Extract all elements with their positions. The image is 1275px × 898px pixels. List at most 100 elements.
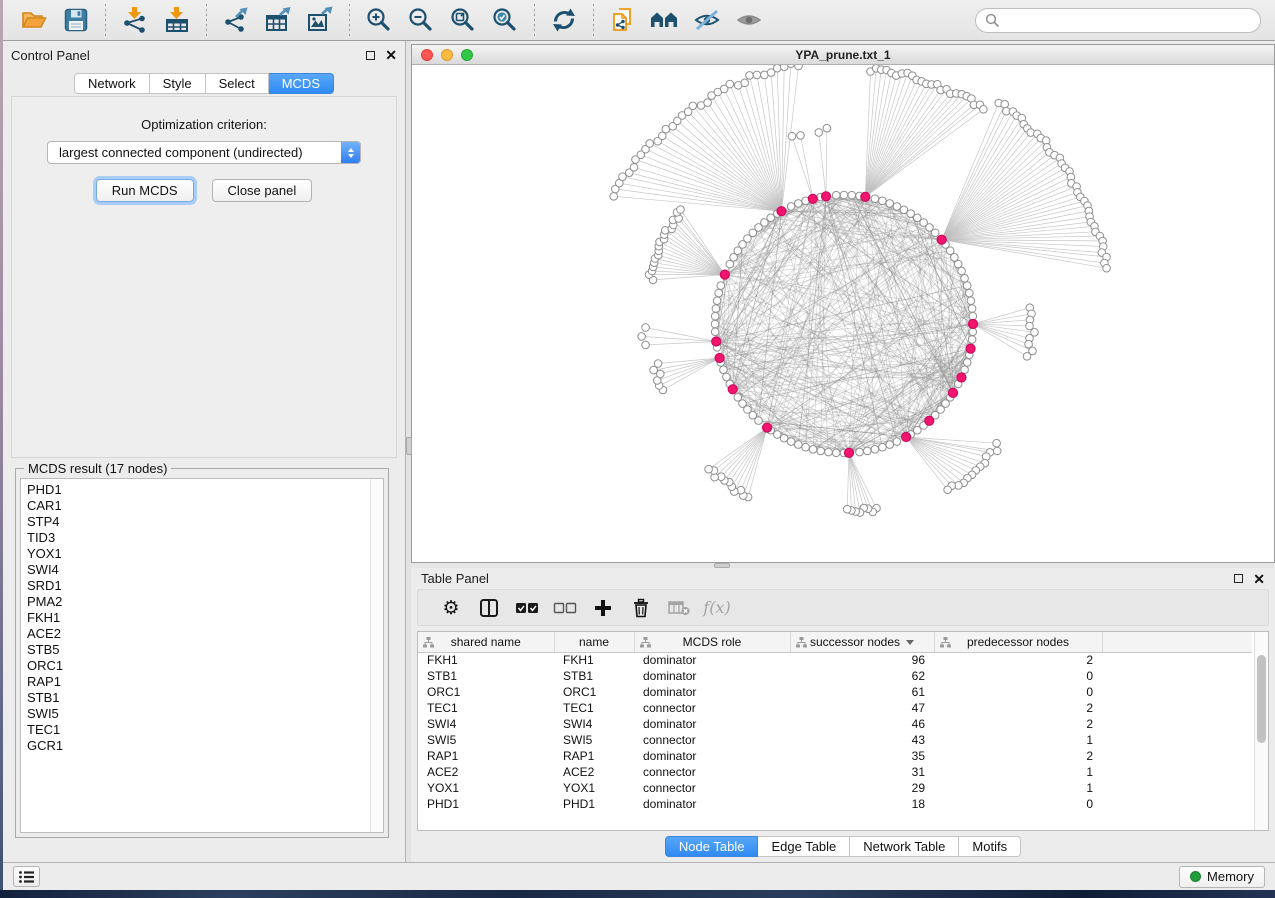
- zoom-out-icon[interactable]: [404, 4, 438, 36]
- show-all-icon[interactable]: [732, 4, 766, 36]
- table-scrollbar[interactable]: [1254, 632, 1268, 830]
- memory-button[interactable]: Memory: [1179, 866, 1265, 888]
- table-settings-icon[interactable]: ⚙: [432, 598, 470, 618]
- window-maximize-light[interactable]: [461, 49, 473, 61]
- delete-rows-icon[interactable]: [622, 598, 660, 618]
- search-input[interactable]: [1005, 13, 1260, 28]
- delete-table-icon: [660, 600, 698, 616]
- select-all-icon[interactable]: [508, 601, 546, 615]
- network-view-window: YPA_prune.txt_1: [411, 44, 1275, 563]
- zoom-in-icon[interactable]: [362, 4, 396, 36]
- table-row[interactable]: SWI4SWI4dominator462: [418, 716, 1252, 732]
- node-table[interactable]: shared namenameMCDS rolesuccessor nodesp…: [417, 631, 1269, 831]
- desktop-wallpaper-left: [0, 0, 3, 898]
- refresh-icon[interactable]: [547, 4, 581, 36]
- desktop-wallpaper-bottom: [0, 890, 1275, 898]
- column-header[interactable]: name: [554, 632, 634, 652]
- show-columns-icon[interactable]: [470, 598, 508, 618]
- import-network-icon[interactable]: [118, 4, 152, 36]
- tab-edge-table[interactable]: Edge Table: [758, 836, 850, 857]
- mcds-result-list[interactable]: PHD1CAR1STP4TID3YOX1SWI4SRD1PMA2FKH1ACE2…: [20, 478, 384, 833]
- table-panel: Table Panel ✕ ⚙ f(x): [411, 568, 1275, 862]
- network-window-title: YPA_prune.txt_1: [795, 48, 890, 62]
- float-panel-icon[interactable]: [1234, 574, 1243, 583]
- toolbar-separator: [206, 4, 207, 36]
- window-minimize-light[interactable]: [441, 49, 453, 61]
- network-window-titlebar[interactable]: YPA_prune.txt_1: [412, 45, 1274, 65]
- sort-desc-icon: [906, 640, 914, 645]
- dropdown-value: largest connected component (undirected): [59, 145, 303, 160]
- zoom-fit-icon[interactable]: [446, 4, 480, 36]
- function-builder-icon: f(x): [698, 598, 736, 617]
- export-table-icon[interactable]: [261, 4, 295, 36]
- tab-motifs[interactable]: Motifs: [959, 836, 1021, 857]
- network-graph: [412, 65, 1274, 562]
- mcds-result-item: YOX1: [27, 546, 383, 562]
- table-row[interactable]: STB1STB1dominator620: [418, 668, 1252, 684]
- add-row-icon[interactable]: [584, 598, 622, 618]
- column-header[interactable]: [1102, 632, 1252, 652]
- network-canvas[interactable]: [412, 65, 1274, 562]
- mcds-result-item: TID3: [27, 530, 383, 546]
- table-row[interactable]: ACE2ACE2connector311: [418, 764, 1252, 780]
- mcds-list-scrollbar[interactable]: [370, 479, 383, 832]
- table-row[interactable]: FKH1FKH1dominator962: [418, 652, 1252, 668]
- open-file-icon[interactable]: [17, 4, 51, 36]
- dropdown-stepper-icon: [341, 142, 360, 163]
- tab-mcds[interactable]: MCDS: [269, 73, 334, 94]
- first-neighbors-icon[interactable]: [648, 4, 682, 36]
- task-history-button[interactable]: [13, 866, 40, 887]
- mcds-result-item: PHD1: [27, 482, 383, 498]
- export-network-icon[interactable]: [219, 4, 253, 36]
- close-panel-icon[interactable]: ✕: [1253, 574, 1265, 584]
- tab-style[interactable]: Style: [150, 73, 206, 94]
- column-header[interactable]: predecessor nodes: [934, 632, 1102, 652]
- column-header[interactable]: MCDS role: [634, 632, 790, 652]
- export-image-icon[interactable]: [303, 4, 337, 36]
- search-box[interactable]: [975, 8, 1261, 33]
- list-icon: [18, 869, 36, 885]
- control-panel: Control Panel ✕ NetworkStyleSelectMCDS O…: [3, 41, 405, 862]
- horizontal-splitter[interactable]: [411, 563, 1275, 568]
- optimization-criterion-dropdown[interactable]: largest connected component (undirected): [47, 141, 361, 164]
- table-row[interactable]: YOX1YOX1connector291: [418, 780, 1252, 796]
- tab-network[interactable]: Network: [74, 73, 150, 94]
- mcds-result-item: STP4: [27, 514, 383, 530]
- splitter-grip[interactable]: [714, 563, 730, 568]
- tab-node-table[interactable]: Node Table: [665, 836, 759, 857]
- table-row[interactable]: TEC1TEC1connector472: [418, 700, 1252, 716]
- save-session-icon[interactable]: [59, 4, 93, 36]
- window-close-light[interactable]: [421, 49, 433, 61]
- hide-selected-icon[interactable]: [690, 4, 724, 36]
- table-panel-title: Table Panel: [421, 571, 489, 586]
- deselect-all-icon[interactable]: [546, 601, 584, 615]
- close-panel-button[interactable]: Close panel: [212, 179, 313, 202]
- application-window: Control Panel ✕ NetworkStyleSelectMCDS O…: [3, 0, 1275, 890]
- column-header[interactable]: shared name: [418, 632, 554, 652]
- hierarchy-icon: [940, 637, 951, 648]
- hierarchy-icon: [640, 637, 651, 648]
- mcds-result-item: ACE2: [27, 626, 383, 642]
- mcds-result-item: STB5: [27, 642, 383, 658]
- vertical-splitter[interactable]: [405, 41, 411, 862]
- mcds-result-item: STB1: [27, 690, 383, 706]
- scrollbar-thumb[interactable]: [1257, 655, 1266, 743]
- close-panel-icon[interactable]: ✕: [385, 50, 397, 60]
- float-panel-icon[interactable]: [366, 51, 375, 60]
- tab-select[interactable]: Select: [206, 73, 269, 94]
- table-row[interactable]: PHD1PHD1dominator180: [418, 796, 1252, 812]
- column-header[interactable]: successor nodes: [790, 632, 934, 652]
- mcds-result-item: CAR1: [27, 498, 383, 514]
- table-tabs: Node TableEdge TableNetwork TableMotifs: [665, 836, 1021, 857]
- mcds-result-item: SWI4: [27, 562, 383, 578]
- table-row[interactable]: RAP1RAP1dominator352: [418, 748, 1252, 764]
- memory-status-icon: [1190, 871, 1201, 882]
- clone-network-icon[interactable]: [606, 4, 640, 36]
- import-table-icon[interactable]: [160, 4, 194, 36]
- zoom-selected-icon[interactable]: [488, 4, 522, 36]
- run-mcds-button[interactable]: Run MCDS: [96, 179, 194, 202]
- table-row[interactable]: SWI5SWI5connector431: [418, 732, 1252, 748]
- table-row[interactable]: ORC1ORC1dominator610: [418, 684, 1252, 700]
- mcds-result-item: SRD1: [27, 578, 383, 594]
- tab-network-table[interactable]: Network Table: [850, 836, 959, 857]
